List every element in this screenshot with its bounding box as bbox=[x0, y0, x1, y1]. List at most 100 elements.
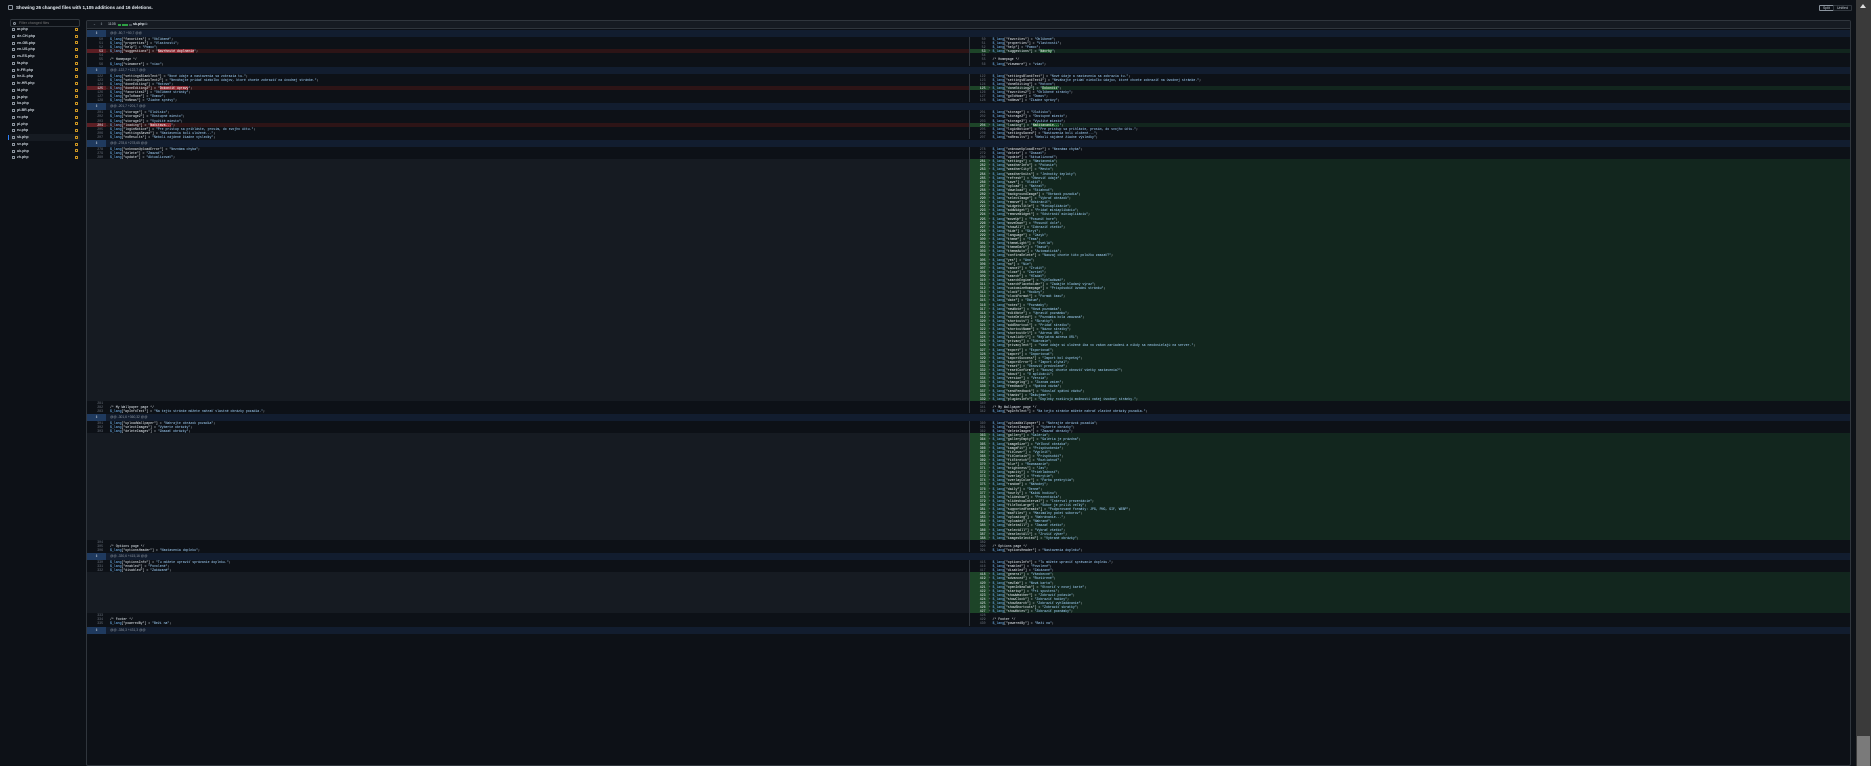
scrollbar-thumb[interactable] bbox=[1857, 736, 1870, 766]
line-number[interactable]: 335 bbox=[87, 621, 106, 625]
file-icon bbox=[12, 48, 15, 52]
expand-lines-icon[interactable]: ⇕ bbox=[87, 553, 106, 561]
file-tree-item-label: en-US.php bbox=[17, 47, 35, 52]
file-tree-item[interactable]: es-ES.php bbox=[10, 53, 80, 60]
line-number[interactable]: 342 bbox=[970, 409, 989, 413]
context-row: 128 $_lang["noNews"] = "Žiadne správy"; 12… bbox=[87, 98, 1850, 103]
context-row: 56 $_lang["viewmore"] = "viac"; 56 $_lang["… bbox=[87, 61, 1850, 66]
file-tree-toggle-icon[interactable] bbox=[8, 5, 13, 10]
code-line: $_lang["wpInfoText"] = "Na tejto stránke… bbox=[992, 408, 1148, 413]
file-modified-icon bbox=[74, 115, 78, 119]
expand-lines-icon[interactable]: ⇕ bbox=[87, 103, 106, 111]
line-number[interactable]: 207 bbox=[87, 135, 106, 139]
file-name[interactable]: sk.php bbox=[133, 21, 145, 28]
file-tree-item[interactable]: sk.php bbox=[8, 134, 80, 141]
file-tree-item[interactable]: sv.php bbox=[10, 141, 80, 148]
file-icon bbox=[12, 75, 15, 79]
file-modified-icon bbox=[74, 75, 78, 79]
line-number[interactable]: 56 bbox=[970, 62, 989, 66]
file-tree-item-label: ru.php bbox=[17, 128, 29, 133]
file-tree-item-label: es-ES.php bbox=[17, 54, 35, 58]
file-tree-item[interactable]: id.php bbox=[10, 87, 80, 94]
file-tree-item[interactable]: hr-HR.php bbox=[10, 80, 80, 87]
file-tree-item[interactable]: ar.php bbox=[10, 26, 80, 33]
file-icon bbox=[12, 41, 15, 45]
file-tree-item[interactable]: en-GB.php bbox=[10, 40, 80, 47]
file-tree-item-label: pl.php bbox=[17, 121, 28, 126]
line-number[interactable]: 128 bbox=[970, 98, 989, 102]
file-icon bbox=[12, 68, 15, 72]
file-tree-item-label: de-CH.php bbox=[17, 33, 36, 38]
file-tree-item[interactable]: ru.php bbox=[10, 127, 80, 134]
diff-summary: Showing 26 changed files with 1,105 addi… bbox=[16, 5, 153, 10]
file-tree-item[interactable]: uk.php bbox=[10, 148, 80, 155]
file-modified-icon bbox=[74, 135, 78, 139]
file-modified-icon bbox=[74, 156, 78, 160]
line-number[interactable]: 56 bbox=[87, 62, 106, 66]
split-view-button[interactable]: Split bbox=[1819, 5, 1834, 11]
file-icon bbox=[12, 142, 15, 146]
file-tree-item[interactable]: zh.php bbox=[10, 154, 80, 161]
expand-lines-icon[interactable]: ⇕ bbox=[87, 626, 106, 634]
hunk-header-text: @@ -301,6 +360,32 @@ bbox=[110, 415, 148, 420]
expand-lines-icon[interactable]: ⇕ bbox=[87, 30, 106, 37]
hunk-header: ⇕ @@ -336,3 +431,3 @@ bbox=[87, 626, 1850, 634]
scrollbar[interactable] bbox=[1856, 0, 1871, 766]
expand-all-icon[interactable]: ⇕ bbox=[100, 21, 103, 28]
file-modified-icon bbox=[74, 54, 78, 58]
file-tree-item-label: sk.php bbox=[17, 135, 29, 139]
left-side: 56 $_lang["viewmore"] = "viac"; bbox=[87, 62, 969, 66]
file-tree-item-label: en-GB.php bbox=[17, 40, 36, 45]
context-row: 335 $_lang["poweredBy"] = "Beží na"; 430 $_… bbox=[87, 621, 1851, 626]
file-tree-item-label: fa.php bbox=[17, 60, 28, 65]
file-modified-icon bbox=[74, 149, 78, 153]
line-number[interactable]: 306 bbox=[87, 548, 106, 552]
hunk-header-text: @@ -278,6 +278,65 @@ bbox=[110, 140, 148, 145]
file-modified-icon bbox=[74, 142, 78, 146]
hunk-header: ⇕ @@ -330,6 +415,16 @@ bbox=[87, 553, 1850, 561]
diffstat-neutral bbox=[128, 23, 132, 26]
hunk-header-text: @@ -122,7 +122,7 @@ bbox=[110, 67, 146, 72]
code-line: $_lang["noResults"] = "Neboli nájdené ži… bbox=[992, 134, 1098, 139]
line-number[interactable]: 283 bbox=[87, 409, 106, 413]
file-tree-item[interactable]: fr-FR.php bbox=[10, 67, 80, 74]
file-tree-item[interactable]: en-US.php bbox=[10, 46, 80, 53]
right-side: 207 $_lang["noResults"] = "Neboli nájdené… bbox=[968, 134, 1851, 139]
line-number[interactable]: 207 bbox=[970, 135, 989, 139]
line-number[interactable]: 128 bbox=[87, 98, 106, 102]
file-tree-item-label: hr-HR.php bbox=[17, 81, 35, 85]
file-tree-item[interactable]: pl.php bbox=[10, 121, 80, 128]
file-tree-item[interactable]: he-IL.php bbox=[10, 73, 80, 80]
file-tree-item[interactable]: ja.php bbox=[10, 94, 80, 101]
scroll-up-arrow-icon[interactable] bbox=[1860, 4, 1866, 8]
file-tree-item-label: id.php bbox=[17, 87, 28, 92]
file-icon bbox=[12, 156, 15, 160]
collapse-chevron-icon[interactable]: ⌄ bbox=[93, 21, 96, 28]
file-modified-icon bbox=[74, 81, 78, 85]
context-row: 306 $_lang["optionsHeader"] = "Nastavenia… bbox=[87, 547, 1850, 553]
file-modified-icon bbox=[74, 129, 78, 133]
expand-lines-icon[interactable]: ⇕ bbox=[87, 414, 106, 422]
expand-lines-icon[interactable]: ⇕ bbox=[87, 139, 106, 147]
file-tree-item[interactable]: ro.php bbox=[10, 114, 80, 121]
file-tree-item[interactable]: ko.php bbox=[10, 100, 80, 107]
file-tree-item[interactable]: de-CH.php bbox=[10, 33, 80, 40]
unified-view-button[interactable]: Unified bbox=[1833, 5, 1852, 11]
file-icon bbox=[12, 95, 15, 99]
expand-lines-icon[interactable]: ⇕ bbox=[87, 66, 106, 74]
file-header: ⌄ ⇕ 1105 sk.php ⧉ bbox=[87, 21, 1850, 29]
file-tree-item[interactable]: fa.php bbox=[10, 60, 80, 67]
left-side: 207 $_lang["noResults"] = "Neboli nájdené… bbox=[87, 135, 969, 139]
file-tree-sidebar: ar.php de-CH.php en-GB.php en-US.php es-ES.p… bbox=[0, 14, 80, 766]
hunk-header: ⇕ @@ -278,6 +278,65 @@ bbox=[87, 139, 1850, 147]
line-number[interactable]: 430 bbox=[970, 621, 989, 625]
file-tree-item[interactable]: pt-BR.php bbox=[10, 107, 80, 114]
line-number[interactable]: 391 bbox=[970, 548, 989, 552]
file-icon bbox=[12, 149, 15, 153]
code-line: $_lang["poweredBy"] = "Beží na"; bbox=[992, 621, 1054, 626]
file-list: ar.php de-CH.php en-GB.php en-US.php es-ES.p… bbox=[8, 26, 80, 161]
right-side: 430 $_lang["poweredBy"] = "Beží na"; bbox=[968, 621, 1851, 626]
code-line: $_lang["noNews"] = "Žiadne správy"; bbox=[992, 98, 1060, 103]
file-tree-item-label: zh.php bbox=[17, 155, 29, 160]
copy-icon[interactable]: ⧉ bbox=[145, 21, 148, 28]
